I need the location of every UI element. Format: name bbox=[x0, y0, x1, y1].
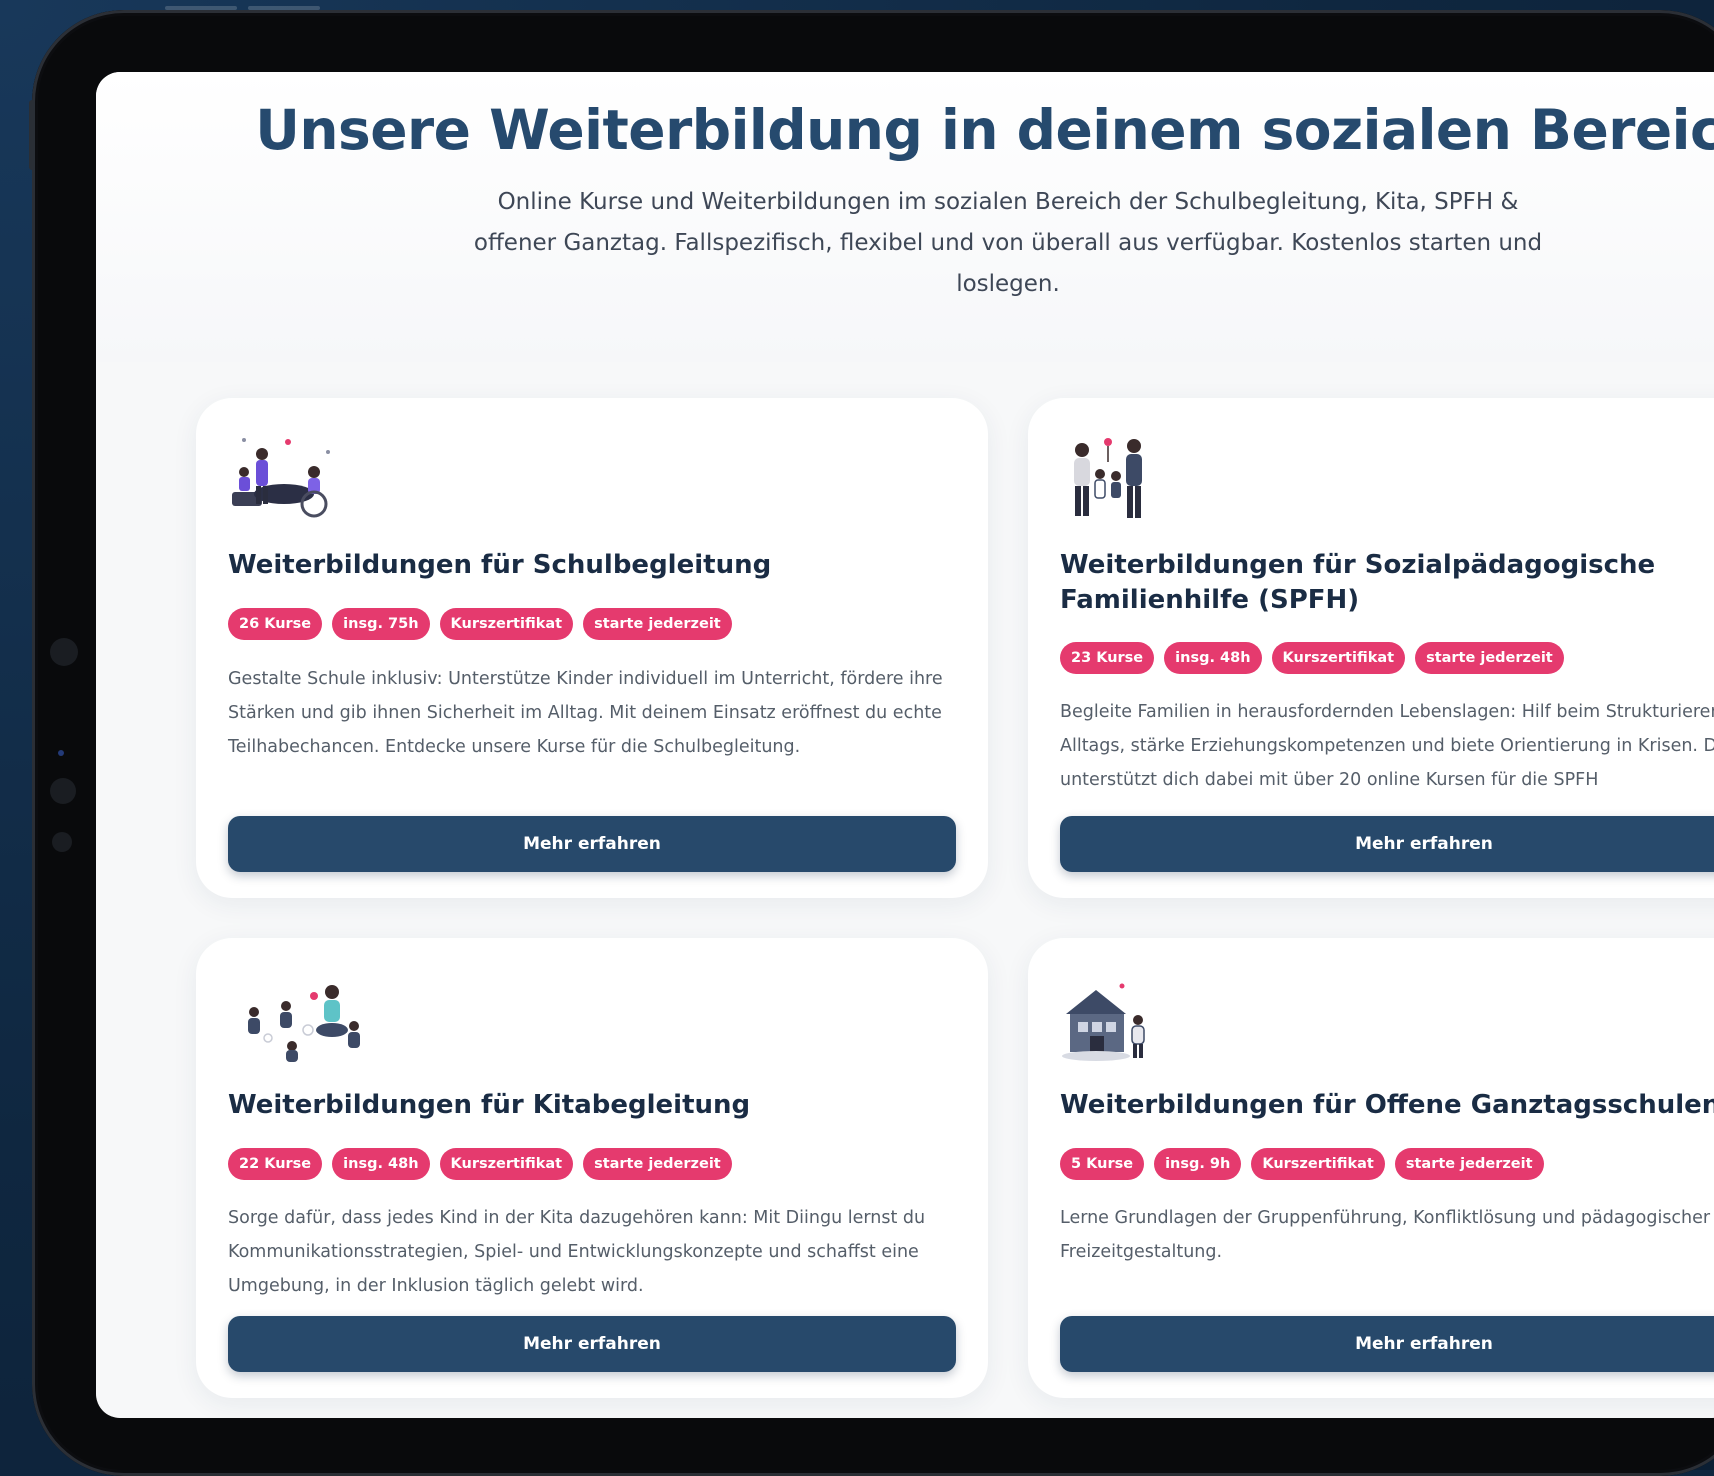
school-support-illustration-icon bbox=[232, 438, 330, 518]
badge-total-hours: insg. 48h bbox=[1164, 642, 1262, 674]
badge-total-hours: insg. 9h bbox=[1154, 1148, 1242, 1180]
badge-start-anytime: starte jederzeit bbox=[583, 1148, 732, 1180]
badge-start-anytime: starte jederzeit bbox=[1415, 642, 1564, 674]
course-card-ogs: Weiterbildungen für Offene Ganztagsschul… bbox=[1028, 938, 1714, 1398]
badge-row: 22 Kurse insg. 48h Kurszertifikat starte… bbox=[228, 1148, 732, 1180]
badge-certificate: Kurszertifikat bbox=[1271, 642, 1406, 674]
badge-row: 23 Kurse insg. 48h Kurszertifikat starte… bbox=[1060, 642, 1564, 674]
badge-course-count: 26 Kurse bbox=[228, 608, 323, 640]
card-title: Weiterbildungen für Offene Ganztagsschul… bbox=[1060, 1090, 1714, 1120]
course-card-kitabegleitung: Weiterbildungen für Kitabegleitung 22 Ku… bbox=[196, 938, 988, 1398]
card-description: Sorge dafür, dass jedes Kind in der Kita… bbox=[228, 1208, 926, 1296]
page-subtitle: Online Kurse und Weiterbildungen im sozi… bbox=[473, 189, 1543, 297]
badge-course-count: 23 Kurse bbox=[1060, 642, 1155, 674]
badge-start-anytime: starte jederzeit bbox=[1394, 1148, 1544, 1180]
card-description: Gestalte Schule inklusiv: Unterstütze Ki… bbox=[228, 669, 943, 757]
more-info-button[interactable]: Mehr erfahren bbox=[1060, 1316, 1714, 1372]
page-title: Unsere Weiterbildung in deinem sozialen … bbox=[255, 98, 1714, 162]
tablet-screen: Unsere Weiterbildung in deinem sozialen … bbox=[96, 72, 1714, 1418]
card-description: Begleite Familien in herausfordernden Le… bbox=[1060, 702, 1714, 790]
course-card-spfh: Weiterbildungen für Sozialpädagogische F… bbox=[1028, 398, 1714, 898]
badge-start-anytime: starte jederzeit bbox=[583, 608, 732, 640]
card-title: Weiterbildungen für Schulbegleitung bbox=[228, 550, 772, 580]
school-building-illustration-icon bbox=[1062, 983, 1145, 1061]
more-info-button[interactable]: Mehr erfahren bbox=[228, 816, 956, 872]
card-title: Weiterbildungen für Sozialpädagogische F… bbox=[1060, 550, 1656, 615]
card-description: Lerne Grundlagen der Gruppenführung, Kon… bbox=[1060, 1208, 1711, 1262]
more-info-button[interactable]: Mehr erfahren bbox=[228, 1316, 956, 1372]
badge-course-count: 5 Kurse bbox=[1060, 1148, 1145, 1180]
badge-certificate: Kurszertifikat bbox=[1251, 1148, 1385, 1180]
tablet-sensor-dot bbox=[52, 832, 72, 852]
badge-row: 5 Kurse insg. 9h Kurszertifikat starte j… bbox=[1060, 1148, 1544, 1180]
card-title: Weiterbildungen für Kitabegleitung bbox=[228, 1090, 751, 1120]
course-card-schulbegleitung: Weiterbildungen für Schulbegleitung 26 K… bbox=[196, 398, 988, 898]
more-info-button[interactable]: Mehr erfahren bbox=[1060, 816, 1714, 872]
badge-total-hours: insg. 48h bbox=[332, 1148, 430, 1180]
kita-illustration-icon bbox=[248, 985, 360, 1062]
tablet-led-dot bbox=[58, 750, 64, 756]
badge-row: 26 Kurse insg. 75h Kurszertifikat starte… bbox=[228, 608, 732, 640]
badge-certificate: Kurszertifikat bbox=[439, 608, 574, 640]
family-illustration-icon bbox=[1074, 438, 1142, 518]
badge-total-hours: insg. 75h bbox=[332, 608, 430, 640]
tablet-side-button bbox=[29, 100, 35, 170]
badge-certificate: Kurszertifikat bbox=[439, 1148, 574, 1180]
tablet-camera-dot bbox=[50, 638, 78, 666]
badge-course-count: 22 Kurse bbox=[228, 1148, 323, 1180]
tablet-sensor-dot bbox=[50, 778, 76, 804]
